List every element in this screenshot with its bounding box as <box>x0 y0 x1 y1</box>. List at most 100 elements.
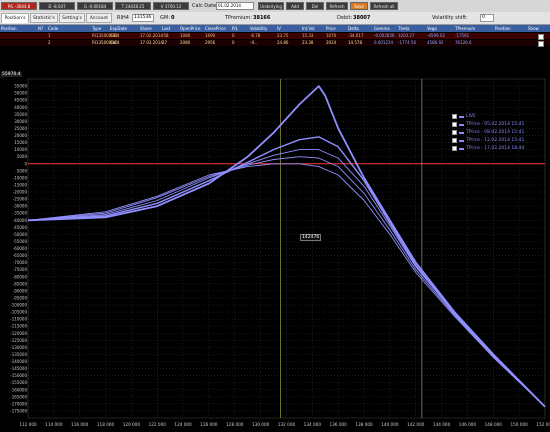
table-cell: 1 <box>48 33 51 38</box>
price-annotation: 142476 <box>300 234 322 241</box>
tab-statistics[interactable]: Statistic's <box>30 13 58 23</box>
tab-settings[interactable]: Setting's <box>59 13 85 23</box>
legend-item-tprice-1[interactable]: TPrice - 05.02.2014 15:41 <box>452 121 542 129</box>
x-tick-label: 152 000 <box>536 422 550 427</box>
column-header[interactable]: Position <box>1 25 17 32</box>
y-tick-label: -15000 <box>13 182 28 187</box>
tpremium-label: TPremium: <box>225 15 252 21</box>
column-header[interactable]: Show <box>528 25 539 32</box>
y-tick-label: 40000 <box>14 105 27 110</box>
vega-button[interactable]: V 3700.12 <box>153 2 189 10</box>
save-button[interactable]: Save <box>350 2 368 10</box>
tab-account[interactable]: Account <box>86 13 112 23</box>
y-tick-label: -25000 <box>13 197 28 202</box>
table-cell: 76126.6 <box>455 40 472 45</box>
table-cell: -1774.56 <box>398 40 416 45</box>
y-tick-label: -155000 <box>10 380 27 385</box>
y-tick-label: 45000 <box>14 98 27 103</box>
table-cell: 1080 <box>180 33 191 38</box>
y-tick-label: 0 <box>24 161 27 166</box>
y-tick-label: -85000 <box>13 281 28 286</box>
theta-button[interactable]: T 24428.25 <box>115 2 151 10</box>
column-header[interactable]: ClosePrice <box>205 25 226 32</box>
table-cell: 14.578 <box>348 40 362 45</box>
y-tick-label: -115000 <box>10 324 27 329</box>
x-tick-label: 134 000 <box>304 422 322 427</box>
x-tick-label: 114 000 <box>45 422 63 427</box>
y-tick-label: -130000 <box>10 345 27 350</box>
column-header[interactable]: Int.Vol <box>302 25 315 32</box>
gamma-button[interactable]: G -0.00184 <box>77 2 113 10</box>
delete-button[interactable]: Del <box>306 2 324 10</box>
column-header[interactable]: P/L <box>232 25 238 32</box>
column-header[interactable]: Gamma <box>374 25 390 32</box>
y-tick-label: -145000 <box>10 366 27 371</box>
x-tick-label: 128 000 <box>226 422 244 427</box>
debit-label: Debit: <box>337 15 353 21</box>
show-checkbox-icon[interactable] <box>538 33 544 40</box>
checkbox-icon[interactable] <box>452 122 457 127</box>
column-header[interactable]: Position <box>495 25 511 32</box>
legend-item-tprice-4[interactable]: TPrice - 17.02.2014 18:44 <box>452 145 542 153</box>
y-tick-label: -95000 <box>13 295 28 300</box>
table-row[interactable]: 2 RI135000BC4 Call 17.03.2014 37 2080 2956 0 -4.… <box>0 40 550 47</box>
series-swatch <box>459 116 464 118</box>
delta-button[interactable]: D -8.047 <box>39 2 75 10</box>
column-header[interactable]: ExpDate <box>110 25 127 32</box>
checkbox-icon[interactable] <box>452 114 457 119</box>
column-header[interactable]: Theta <box>398 25 409 32</box>
table-cell: 1070 <box>326 33 337 38</box>
x-tick-label: 142 000 <box>407 422 425 427</box>
column-header[interactable]: N? <box>38 25 43 32</box>
column-header[interactable]: OpenPrice <box>180 25 200 32</box>
pl-button[interactable]: P/L -3044.8 <box>1 2 37 10</box>
tab-positions[interactable]: Position's <box>1 13 29 23</box>
calc-date-input[interactable]: 01.02.2014 <box>216 2 254 10</box>
legend-item-tprice-3[interactable]: TPrice - 12.02.2014 15:41 <box>452 137 542 145</box>
y-tick-label: 30000 <box>14 119 27 124</box>
show-checkbox-icon[interactable] <box>538 40 544 47</box>
column-header[interactable]: Volatility <box>250 25 267 32</box>
legend-item-live[interactable]: LIVE <box>452 113 542 121</box>
column-header[interactable]: Vega <box>427 25 437 32</box>
column-header[interactable]: Last <box>162 25 170 32</box>
column-header[interactable]: IV <box>277 25 281 32</box>
y-tick-label: -65000 <box>13 253 28 258</box>
column-header[interactable]: TPremium <box>455 25 475 32</box>
tpremium-value: 38166 <box>253 15 271 21</box>
column-header[interactable]: Code <box>48 25 58 32</box>
series-swatch <box>459 140 464 142</box>
column-header[interactable]: Share <box>140 25 152 32</box>
table-cell: 2956 <box>205 40 216 45</box>
checkbox-icon[interactable] <box>452 138 457 143</box>
volatility-shift-input[interactable]: 0 <box>480 14 494 22</box>
y-tick-label: 20000 <box>14 133 27 138</box>
x-tick-label: 148 000 <box>485 422 503 427</box>
x-tick-label: 126 000 <box>200 422 218 427</box>
refresh-button[interactable]: Refresh <box>326 2 348 10</box>
legend-item-tprice-2[interactable]: TPrice - 08.02.2014 15:41 <box>452 129 542 137</box>
table-cell: Call <box>110 40 118 45</box>
column-header[interactable]: Price <box>326 25 336 32</box>
checkbox-icon[interactable] <box>452 146 457 151</box>
underlying-button[interactable]: Underlying <box>258 2 284 10</box>
table-cell: -58 <box>162 33 169 38</box>
x-tick-label: 116 000 <box>71 422 89 427</box>
x-tick-label: 118 000 <box>97 422 115 427</box>
table-cell: -17561 <box>455 33 470 38</box>
checkbox-icon[interactable] <box>452 130 457 135</box>
chart-legend: LIVE TPrice - 05.02.2014 15:41 TPrice - … <box>452 113 542 153</box>
y-tick-label: -35000 <box>13 211 28 216</box>
x-tick-label: 120 000 <box>123 422 141 427</box>
legend-label: TPrice - 05.02.2014 15:41 <box>466 122 525 127</box>
y-tick-label: -10000 <box>13 175 28 180</box>
table-cell: 15.33 <box>302 33 314 38</box>
y-tick-label: 55000 <box>14 84 27 89</box>
table-cell: 17.02.2014 <box>140 33 163 38</box>
add-button[interactable]: Add <box>286 2 304 10</box>
series-swatch <box>459 124 464 126</box>
column-header[interactable]: Delta <box>348 25 359 32</box>
table-row[interactable]: 1 RI135000BD4 Call 17.02.2014 -58 1080 1690 0 -6… <box>0 33 550 40</box>
column-header[interactable]: Type <box>92 25 101 32</box>
refresh-all-button[interactable]: Refresh all <box>370 2 398 10</box>
